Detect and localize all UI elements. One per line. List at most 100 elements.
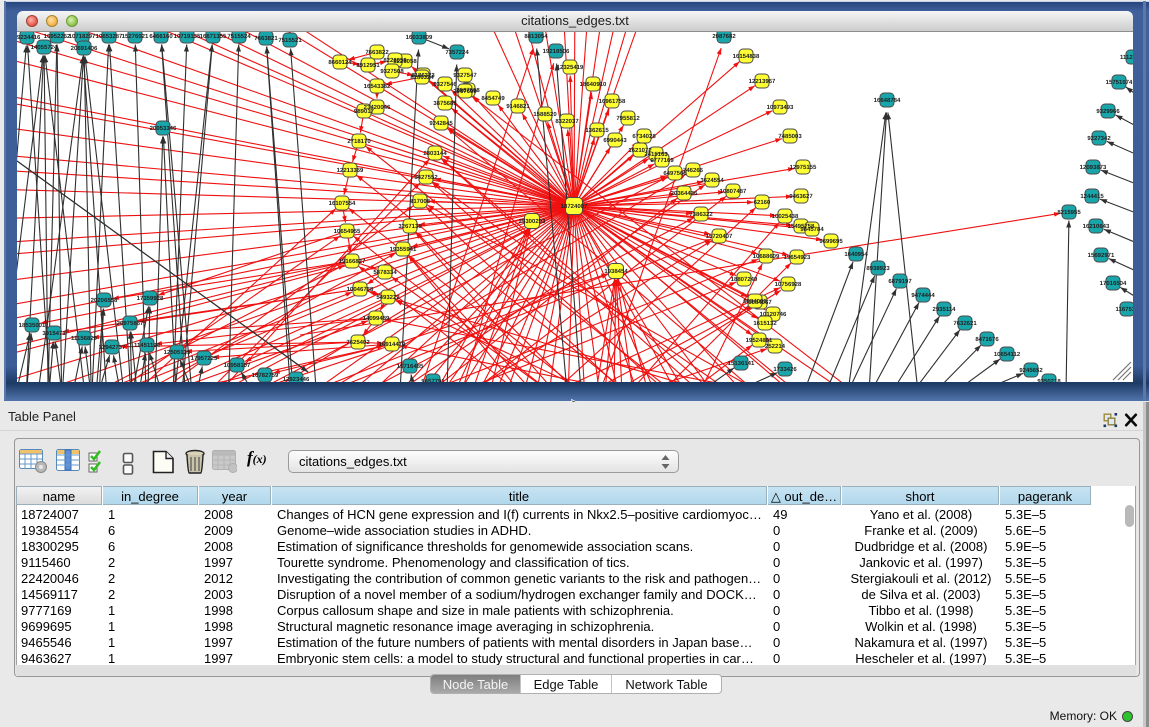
svg-text:3624554: 3624554 — [700, 177, 724, 184]
svg-text:12093873: 12093873 — [1080, 164, 1107, 171]
svg-text:10688609: 10688609 — [753, 253, 780, 260]
svg-text:8660124: 8660124 — [328, 59, 352, 66]
svg-text:11156829: 11156829 — [71, 335, 98, 342]
svg-text:3875685: 3875685 — [433, 100, 457, 107]
svg-text:18640910: 18640910 — [580, 81, 607, 88]
svg-text:10046768: 10046768 — [347, 286, 374, 293]
svg-text:19218506: 19218506 — [543, 48, 570, 55]
svg-text:8322037: 8322037 — [555, 118, 579, 125]
svg-text:9327508: 9327508 — [380, 68, 404, 75]
svg-text:15136141: 15136141 — [728, 360, 755, 367]
svg-text:5878334: 5878334 — [373, 269, 397, 276]
svg-text:10718297: 10718297 — [69, 33, 96, 40]
svg-text:11451194: 11451194 — [134, 342, 161, 349]
svg-text:1733426: 1733426 — [773, 366, 797, 373]
svg-text:16782759: 16782759 — [252, 372, 279, 379]
svg-text:16952262: 16952262 — [44, 33, 71, 40]
svg-text:10653287: 10653287 — [96, 33, 123, 40]
svg-text:1938454: 1938454 — [604, 268, 628, 275]
svg-text:8427552: 8427552 — [414, 174, 438, 181]
svg-text:17359928: 17359928 — [137, 295, 164, 302]
svg-text:14055724: 14055724 — [31, 44, 58, 51]
svg-text:18535001: 18535001 — [19, 322, 46, 329]
svg-text:6466160: 6466160 — [149, 33, 173, 40]
svg-text:3915471: 3915471 — [42, 330, 66, 337]
svg-text:11123344: 11123344 — [1120, 54, 1133, 61]
svg-text:12213369: 12213369 — [337, 167, 364, 174]
svg-text:19166827: 19166827 — [339, 258, 366, 265]
svg-text:12923446: 12923446 — [283, 376, 310, 382]
svg-text:7955812: 7955812 — [616, 115, 640, 122]
svg-text:9327547: 9327547 — [453, 72, 477, 79]
svg-text:10958107: 10958107 — [224, 362, 251, 369]
svg-text:16648784: 16648784 — [874, 97, 901, 104]
svg-text:9350218: 9350218 — [1037, 378, 1061, 382]
svg-text:15716485: 15716485 — [397, 363, 424, 370]
svg-text:16154838: 16154838 — [733, 53, 760, 60]
svg-text:9699695: 9699695 — [819, 238, 843, 245]
svg-text:18724007: 18724007 — [561, 203, 588, 210]
svg-text:12975155: 12975155 — [790, 164, 817, 171]
svg-text:8912951: 8912951 — [356, 62, 380, 69]
svg-text:19234416: 19234416 — [17, 34, 41, 41]
svg-text:7485003: 7485003 — [778, 133, 802, 140]
svg-text:252214: 252214 — [765, 343, 786, 350]
svg-text:8215955: 8215955 — [1057, 209, 1081, 216]
svg-text:15751074: 15751074 — [1106, 79, 1133, 86]
svg-text:12325419: 12325419 — [557, 64, 584, 71]
svg-text:5493222: 5493222 — [376, 294, 400, 301]
svg-text:9845784: 9845784 — [800, 226, 824, 233]
svg-text:12942737: 12942737 — [99, 344, 126, 351]
svg-text:62160: 62160 — [754, 199, 771, 206]
svg-text:16914479: 16914479 — [379, 341, 406, 348]
svg-text:1615132: 1615132 — [753, 320, 777, 327]
svg-text:8938923: 8938923 — [866, 265, 890, 272]
svg-text:9474444: 9474444 — [911, 292, 935, 299]
svg-text:1362615: 1362615 — [585, 127, 609, 134]
svg-text:10719135: 10719135 — [174, 33, 201, 40]
svg-text:9146821: 9146821 — [506, 103, 530, 110]
svg-text:2935114: 2935114 — [932, 306, 956, 313]
svg-text:6879197: 6879197 — [888, 278, 912, 285]
svg-text:9327546: 9327546 — [433, 81, 457, 88]
svg-text:2967609: 2967609 — [453, 88, 477, 95]
svg-text:8454749: 8454749 — [481, 95, 505, 102]
svg-text:6734028: 6734028 — [632, 133, 656, 140]
svg-text:7386322: 7386322 — [689, 211, 713, 218]
svg-text:19654923: 19654923 — [784, 254, 811, 261]
svg-text:16671355: 16671355 — [200, 33, 227, 40]
svg-text:2087682: 2087682 — [712, 33, 736, 40]
svg-text:16543382: 16543382 — [364, 83, 391, 90]
svg-text:14099489: 14099489 — [363, 315, 390, 322]
svg-text:9084068: 9084068 — [743, 298, 767, 305]
svg-text:16033809: 16033809 — [406, 34, 433, 41]
svg-text:15720407: 15720407 — [706, 233, 733, 240]
svg-text:8226059: 8226059 — [383, 57, 407, 64]
svg-text:17957225: 17957225 — [191, 355, 218, 362]
svg-text:10120746: 10120746 — [760, 311, 787, 318]
svg-text:1640954: 1640954 — [844, 251, 868, 258]
svg-text:8813054: 8813054 — [524, 33, 548, 40]
svg-text:18807249: 18807249 — [731, 276, 758, 283]
svg-text:3267130: 3267130 — [398, 223, 422, 230]
svg-text:7663821: 7663821 — [254, 35, 278, 42]
svg-text:1588520: 1588520 — [533, 111, 557, 118]
svg-text:20364436: 20364436 — [671, 190, 698, 197]
svg-text:20691406: 20691406 — [71, 45, 98, 52]
svg-text:9329966: 9329966 — [1096, 108, 1120, 115]
svg-text:16210643: 16210643 — [1083, 223, 1110, 230]
svg-text:7357224: 7357224 — [445, 49, 469, 56]
svg-text:12505135: 12505135 — [164, 349, 191, 356]
svg-text:9657791: 9657791 — [421, 378, 445, 382]
svg-text:817008: 817008 — [410, 198, 431, 205]
svg-text:6990443: 6990443 — [603, 137, 627, 144]
svg-text:19355941: 19355941 — [390, 246, 417, 253]
svg-text:9777169: 9777169 — [650, 157, 674, 164]
svg-text:9227342: 9227342 — [1087, 135, 1111, 142]
svg-text:20206558: 20206558 — [91, 297, 118, 304]
svg-text:9245652: 9245652 — [1019, 367, 1043, 374]
svg-text:10654112: 10654112 — [994, 351, 1021, 358]
svg-text:2718170: 2718170 — [347, 138, 371, 145]
svg-text:12213967: 12213967 — [749, 78, 776, 85]
svg-text:7515524: 7515524 — [227, 33, 251, 40]
